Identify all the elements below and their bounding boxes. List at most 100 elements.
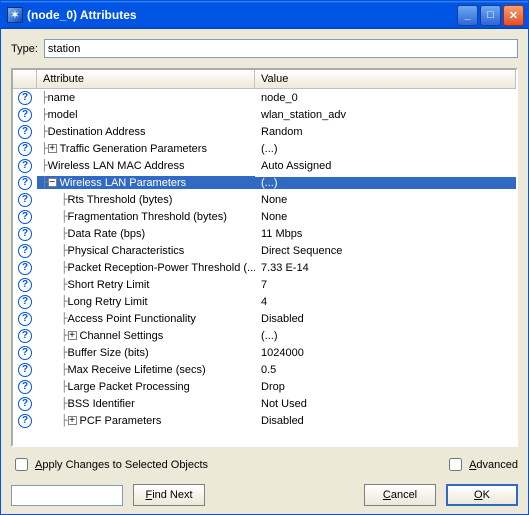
help-icon[interactable]: ? <box>13 244 37 258</box>
help-icon[interactable]: ? <box>13 397 37 411</box>
table-row[interactable]: ? ├ Buffer Size (bits)1024000 <box>13 344 516 361</box>
help-icon[interactable]: ? <box>13 414 37 428</box>
grid-body[interactable]: ?├ namenode_0?├ modelwlan_station_adv?├ … <box>13 89 516 445</box>
help-icon[interactable]: ? <box>13 227 37 241</box>
table-row[interactable]: ? ├ +PCF ParametersDisabled <box>13 412 516 429</box>
attr-cell[interactable]: ├ Buffer Size (bits) <box>37 346 255 359</box>
attr-cell[interactable]: ├ Long Retry Limit <box>37 295 255 308</box>
table-row[interactable]: ?├ −Wireless LAN Parameters(...) <box>13 174 516 191</box>
value-cell[interactable]: (...) <box>255 330 516 342</box>
table-row[interactable]: ? ├ Physical CharacteristicsDirect Seque… <box>13 242 516 259</box>
value-cell[interactable]: node_0 <box>255 92 516 104</box>
titlebar[interactable]: ✶ (node_0) Attributes _ □ ✕ <box>1 1 528 29</box>
attr-cell[interactable]: ├ model <box>37 108 255 121</box>
header-value[interactable]: Value <box>255 70 516 88</box>
value-cell[interactable]: Auto Assigned <box>255 160 516 172</box>
collapse-icon[interactable]: − <box>48 178 57 187</box>
find-next-button[interactable]: Find Next <box>133 484 205 506</box>
help-icon[interactable]: ? <box>13 346 37 360</box>
value-cell[interactable]: None <box>255 211 516 223</box>
table-row[interactable]: ?├ Destination AddressRandom <box>13 123 516 140</box>
attr-cell[interactable]: ├ Access Point Functionality <box>37 312 255 325</box>
table-row[interactable]: ? ├ Data Rate (bps)11 Mbps <box>13 225 516 242</box>
table-row[interactable]: ? ├ Fragmentation Threshold (bytes)None <box>13 208 516 225</box>
table-row[interactable]: ? ├ +Channel Settings(...) <box>13 327 516 344</box>
expand-icon[interactable]: + <box>68 331 77 340</box>
attr-cell[interactable]: ├ −Wireless LAN Parameters <box>37 176 255 189</box>
value-cell[interactable]: Direct Sequence <box>255 245 516 257</box>
table-row[interactable]: ?├ modelwlan_station_adv <box>13 106 516 123</box>
help-icon[interactable]: ? <box>13 278 37 292</box>
table-row[interactable]: ?├ Wireless LAN MAC AddressAuto Assigned <box>13 157 516 174</box>
attr-cell[interactable]: ├ Wireless LAN MAC Address <box>37 159 255 172</box>
attr-cell[interactable]: ├ +Channel Settings <box>37 329 255 342</box>
advanced-checkbox[interactable]: Advanced <box>445 455 518 474</box>
attr-cell[interactable]: ├ Data Rate (bps) <box>37 227 255 240</box>
table-row[interactable]: ? ├ Rts Threshold (bytes)None <box>13 191 516 208</box>
value-cell[interactable]: wlan_station_adv <box>255 109 516 121</box>
value-cell[interactable]: Not Used <box>255 398 516 410</box>
attr-cell[interactable]: ├ Packet Reception-Power Threshold (... <box>37 261 255 274</box>
table-row[interactable]: ? ├ Large Packet ProcessingDrop <box>13 378 516 395</box>
help-icon[interactable]: ? <box>13 295 37 309</box>
attr-cell[interactable]: ├ Max Receive Lifetime (secs) <box>37 363 255 376</box>
attr-cell[interactable]: ├ Physical Characteristics <box>37 244 255 257</box>
value-cell[interactable]: Disabled <box>255 313 516 325</box>
minimize-button[interactable]: _ <box>457 5 478 26</box>
attr-cell[interactable]: ├ Short Retry Limit <box>37 278 255 291</box>
type-input[interactable] <box>44 39 518 58</box>
maximize-button[interactable]: □ <box>480 5 501 26</box>
value-cell[interactable]: 7 <box>255 279 516 291</box>
header-icon-col[interactable] <box>13 70 37 88</box>
value-cell[interactable]: 7.33 E-14 <box>255 262 516 274</box>
value-cell[interactable]: 4 <box>255 296 516 308</box>
expand-icon[interactable]: + <box>48 144 57 153</box>
value-cell[interactable]: None <box>255 194 516 206</box>
attr-cell[interactable]: ├ Rts Threshold (bytes) <box>37 193 255 206</box>
attr-cell[interactable]: ├ Fragmentation Threshold (bytes) <box>37 210 255 223</box>
table-row[interactable]: ? ├ BSS IdentifierNot Used <box>13 395 516 412</box>
ok-button[interactable]: OK <box>446 484 518 506</box>
attr-cell[interactable]: ├ +Traffic Generation Parameters <box>37 142 255 155</box>
help-icon[interactable]: ? <box>13 261 37 275</box>
value-cell[interactable]: 1024000 <box>255 347 516 359</box>
help-icon[interactable]: ? <box>13 210 37 224</box>
table-row[interactable]: ? ├ Long Retry Limit4 <box>13 293 516 310</box>
attr-cell[interactable]: ├ BSS Identifier <box>37 397 255 410</box>
attr-cell[interactable]: ├ name <box>37 91 255 104</box>
attr-cell[interactable]: ├ +PCF Parameters <box>37 414 255 427</box>
value-cell[interactable]: Drop <box>255 381 516 393</box>
help-icon[interactable]: ? <box>13 108 37 122</box>
apply-changes-input[interactable] <box>15 458 28 471</box>
header-attribute[interactable]: Attribute <box>37 70 255 88</box>
cancel-button[interactable]: Cancel <box>364 484 436 506</box>
advanced-input[interactable] <box>449 458 462 471</box>
help-icon[interactable]: ? <box>13 380 37 394</box>
value-cell[interactable]: (...) <box>255 143 516 155</box>
table-row[interactable]: ? ├ Short Retry Limit7 <box>13 276 516 293</box>
help-icon[interactable]: ? <box>13 312 37 326</box>
attr-cell[interactable]: ├ Destination Address <box>37 125 255 138</box>
value-cell[interactable]: 11 Mbps <box>255 228 516 240</box>
find-input[interactable] <box>11 485 123 506</box>
help-icon[interactable]: ? <box>13 193 37 207</box>
close-button[interactable]: ✕ <box>503 5 524 26</box>
table-row[interactable]: ? ├ Packet Reception-Power Threshold (..… <box>13 259 516 276</box>
attr-cell[interactable]: ├ Large Packet Processing <box>37 380 255 393</box>
help-icon[interactable]: ? <box>13 125 37 139</box>
value-cell[interactable]: Disabled <box>255 415 516 427</box>
help-icon[interactable]: ? <box>13 329 37 343</box>
value-cell[interactable]: Random <box>255 126 516 138</box>
help-icon[interactable]: ? <box>13 91 37 105</box>
table-row[interactable]: ?├ namenode_0 <box>13 89 516 106</box>
help-icon[interactable]: ? <box>13 363 37 377</box>
help-icon[interactable]: ? <box>13 142 37 156</box>
table-row[interactable]: ? ├ Max Receive Lifetime (secs)0.5 <box>13 361 516 378</box>
help-icon[interactable]: ? <box>13 159 37 173</box>
value-cell[interactable]: (...) <box>255 177 516 189</box>
table-row[interactable]: ? ├ Access Point FunctionalityDisabled <box>13 310 516 327</box>
expand-icon[interactable]: + <box>68 416 77 425</box>
table-row[interactable]: ?├ +Traffic Generation Parameters(...) <box>13 140 516 157</box>
help-icon[interactable]: ? <box>13 176 37 190</box>
apply-changes-checkbox[interactable]: Apply Changes to Selected Objects <box>11 455 208 474</box>
